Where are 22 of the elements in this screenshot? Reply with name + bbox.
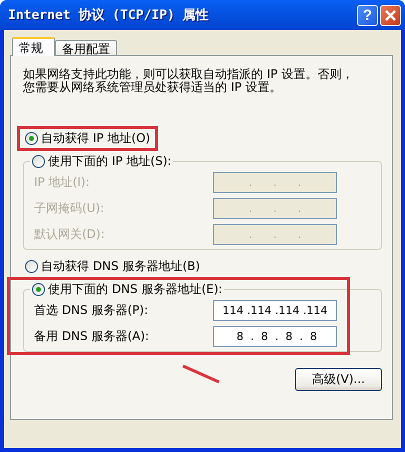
field-label: 默认网关(D): xyxy=(34,226,105,242)
field-label: IP 地址(I): xyxy=(34,174,90,190)
tab[interactable]: 备用配置 xyxy=(55,40,117,55)
field-label: 备用 DNS 服务器(A): xyxy=(34,328,150,344)
radio-option[interactable]: 自动获得 IP 地址(O) xyxy=(23,130,152,147)
description-text: 如果网络支持此功能，则可以获取自动指派的 IP 设置。否则，您需要从网络系统管理员处获得适当的 IP 设置。 xyxy=(23,68,354,94)
help-button[interactable]: ? xyxy=(357,4,378,26)
radio-icon xyxy=(32,283,45,296)
radio-icon xyxy=(25,260,38,273)
close-button[interactable] xyxy=(380,4,401,26)
field-label: 子网掩码(U): xyxy=(34,200,104,216)
ip-address-field[interactable]: 114 .114 .114 .114 xyxy=(213,300,337,320)
radio-option[interactable]: 自动获得 DNS 服务器地址(B) xyxy=(23,258,202,275)
radio-icon xyxy=(32,155,45,168)
window-title: Internet 协议 (TCP/IP) 属性 xyxy=(8,6,209,24)
ip-address-field[interactable]: 8 . 8 . 8 . 8 xyxy=(213,326,337,346)
radio-option[interactable]: 使用下面的 DNS 服务器地址(E): xyxy=(30,281,224,298)
close-icon xyxy=(385,10,396,20)
field-label: 首选 DNS 服务器(P): xyxy=(34,302,148,318)
tab[interactable]: 常规 xyxy=(12,37,55,56)
radio-option[interactable]: 使用下面的 IP 地址(S): xyxy=(30,153,174,170)
radio-icon xyxy=(25,132,38,145)
